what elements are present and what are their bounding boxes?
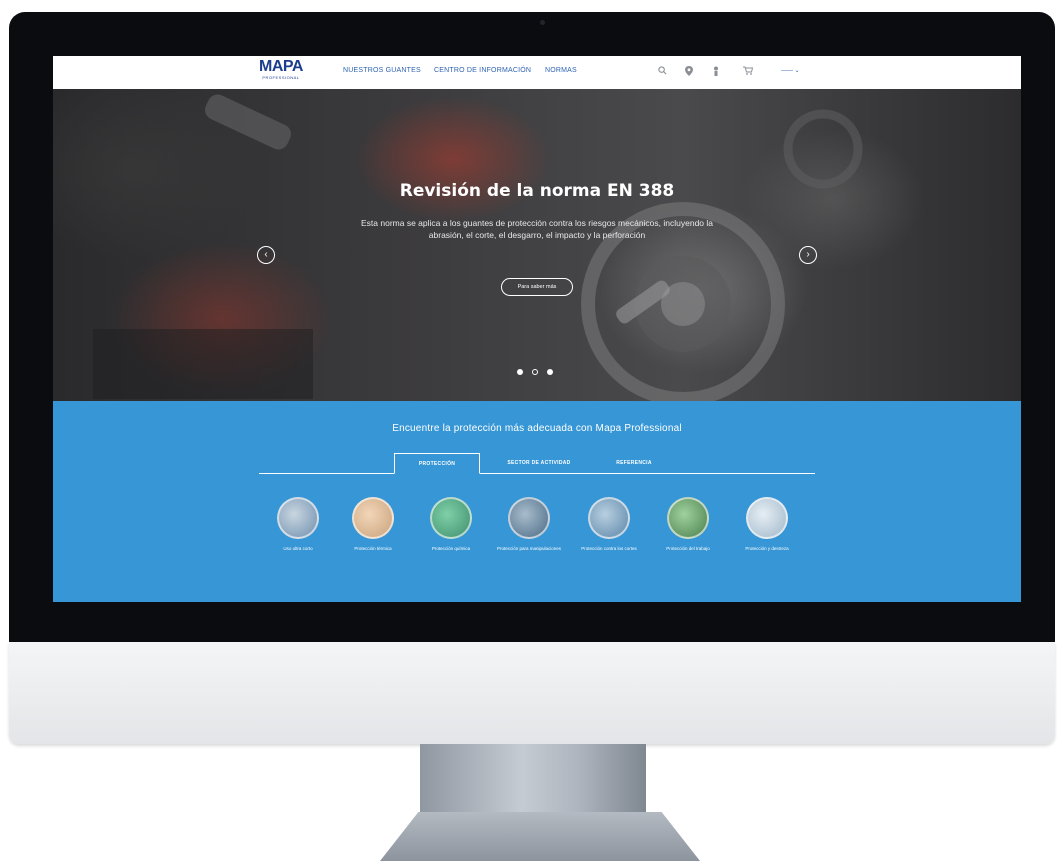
category-image [508, 497, 550, 539]
category-image [352, 497, 394, 539]
monitor-stand-base [380, 812, 700, 861]
category-image [277, 497, 319, 539]
finder-title: Encuentre la protección más adecuada con… [392, 423, 682, 434]
tab-activity-sector[interactable]: SECTOR DE ACTIVIDAD [489, 453, 589, 474]
carousel-dot[interactable] [547, 369, 553, 375]
tab-protection[interactable]: PROTECCIÓN [394, 453, 480, 474]
carousel-indicators [517, 362, 562, 380]
category-image [430, 497, 472, 539]
category-item[interactable]: Protección contra los cortes [574, 497, 644, 552]
category-label: Protección del trabajo [666, 546, 710, 551]
hero-banner: Revisión de la norma EN 388 Esta norma s… [53, 89, 1021, 401]
category-image [667, 497, 709, 539]
carousel-dot[interactable] [532, 369, 538, 375]
category-item[interactable]: Protección química [416, 497, 486, 552]
search-icon[interactable] [658, 66, 667, 78]
hero-description: Esta norma se aplica a los guantes de pr… [361, 218, 713, 240]
carousel-dot[interactable] [517, 369, 523, 375]
category-image [588, 497, 630, 539]
category-label: Protección para manipulaciones [496, 546, 562, 551]
protection-finder-section: Encuentre la protección más adecuada con… [53, 401, 1021, 602]
category-label: Protección y destreza [745, 546, 789, 551]
logo-text: MAPA [259, 58, 303, 75]
category-item[interactable]: Protección del trabajo [653, 497, 723, 552]
top-navbar: MAPA PROFESSIONAL NUESTROS GUANTES CENTR… [53, 56, 1021, 90]
category-image [746, 497, 788, 539]
category-item[interactable]: Protección y destreza [732, 497, 802, 552]
category-item[interactable]: Protección térmica [338, 497, 408, 552]
website-screen: MAPA PROFESSIONAL NUESTROS GUANTES CENTR… [53, 56, 1021, 602]
nav-link-gloves[interactable]: NUESTROS GUANTES [343, 67, 421, 74]
cart-icon[interactable] [743, 66, 754, 78]
language-selector[interactable]: —— ⌄ [781, 67, 800, 74]
tab-reference[interactable]: REFERENCIA [591, 453, 677, 474]
nav-link-standards[interactable]: NORMAS [545, 67, 577, 74]
carousel-prev-button[interactable]: ‹ [257, 246, 275, 264]
learn-more-button[interactable]: Para saber más [501, 278, 573, 296]
category-label: Protección química [431, 546, 471, 551]
user-icon[interactable] [712, 66, 720, 79]
category-item[interactable]: Protección para manipulaciones [494, 497, 564, 552]
camera-icon [540, 20, 545, 25]
monitor-chin [9, 642, 1055, 744]
category-label: Uso ultra corto [283, 546, 313, 551]
logo-subtitle: PROFESSIONAL [262, 75, 300, 80]
location-pin-icon[interactable] [685, 66, 693, 79]
nav-link-info-center[interactable]: CENTRO DE INFORMACIÓN [434, 67, 531, 74]
hero-background-image [93, 94, 863, 401]
brand-logo[interactable]: MAPA PROFESSIONAL [259, 59, 303, 81]
category-item[interactable]: Uso ultra corto [263, 497, 333, 552]
carousel-next-button[interactable]: › [799, 246, 817, 264]
category-label: Protección térmica [354, 546, 392, 551]
category-label: Protección contra los cortes [581, 546, 637, 551]
monitor-stand [420, 744, 646, 814]
hero-title: Revisión de la norma EN 388 [399, 181, 675, 201]
